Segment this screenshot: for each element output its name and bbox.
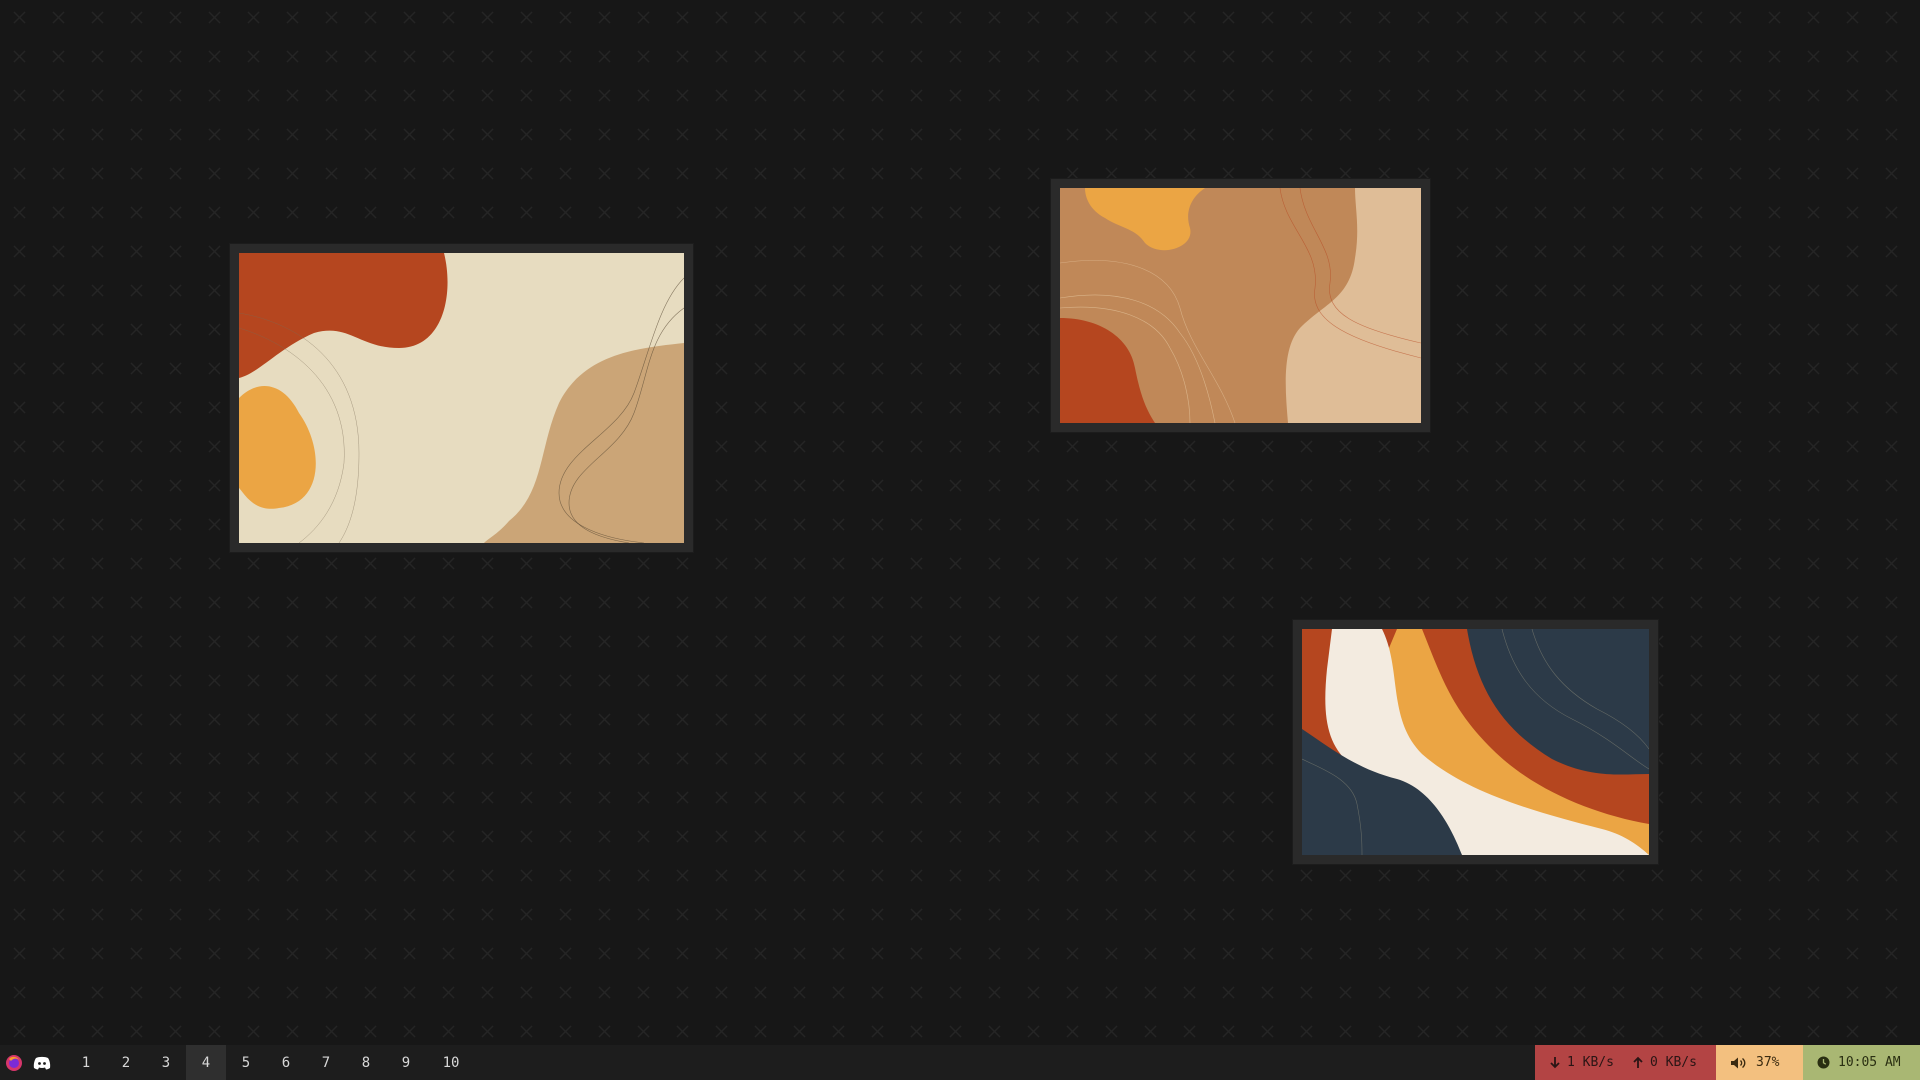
image-viewer-window-2[interactable] — [1051, 179, 1430, 432]
workspace-8[interactable]: 8 — [346, 1045, 386, 1080]
image-viewer-window-1[interactable] — [230, 244, 693, 552]
discord-icon[interactable] — [28, 1045, 56, 1080]
volume-level: 37% — [1756, 1055, 1780, 1070]
volume-module[interactable]: 37% — [1716, 1045, 1803, 1080]
workspace-10[interactable]: 10 — [426, 1045, 476, 1080]
workspace-6[interactable]: 6 — [266, 1045, 306, 1080]
abstract-wallpaper-image-1 — [239, 253, 684, 543]
download-speed: 1 KB/s — [1567, 1055, 1614, 1070]
workspace-5[interactable]: 5 — [226, 1045, 266, 1080]
firefox-icon[interactable] — [0, 1045, 28, 1080]
abstract-wallpaper-image-3 — [1302, 629, 1649, 855]
abstract-wallpaper-image-2 — [1060, 188, 1421, 423]
workspace-9[interactable]: 9 — [386, 1045, 426, 1080]
arrow-down-icon — [1549, 1056, 1561, 1069]
network-module[interactable]: 1 KB/s 0 KB/s — [1535, 1045, 1716, 1080]
workspace-7[interactable]: 7 — [306, 1045, 346, 1080]
upload-speed: 0 KB/s — [1649, 1055, 1697, 1070]
desktop — [0, 0, 1920, 1045]
taskbar: 1 2 3 4 5 6 7 8 9 10 1 KB/s 0 KB/s 37% 1… — [0, 1045, 1920, 1080]
workspace-1[interactable]: 1 — [66, 1045, 106, 1080]
workspace-4[interactable]: 4 — [186, 1045, 226, 1080]
clock-time: 10:05 AM — [1838, 1055, 1901, 1070]
workspace-3[interactable]: 3 — [146, 1045, 186, 1080]
image-viewer-window-3[interactable] — [1293, 620, 1658, 864]
clock-module[interactable]: 10:05 AM — [1803, 1045, 1920, 1080]
workspace-2[interactable]: 2 — [106, 1045, 146, 1080]
arrow-up-icon — [1632, 1056, 1644, 1069]
clock-icon — [1817, 1056, 1830, 1069]
speaker-icon — [1730, 1056, 1748, 1070]
